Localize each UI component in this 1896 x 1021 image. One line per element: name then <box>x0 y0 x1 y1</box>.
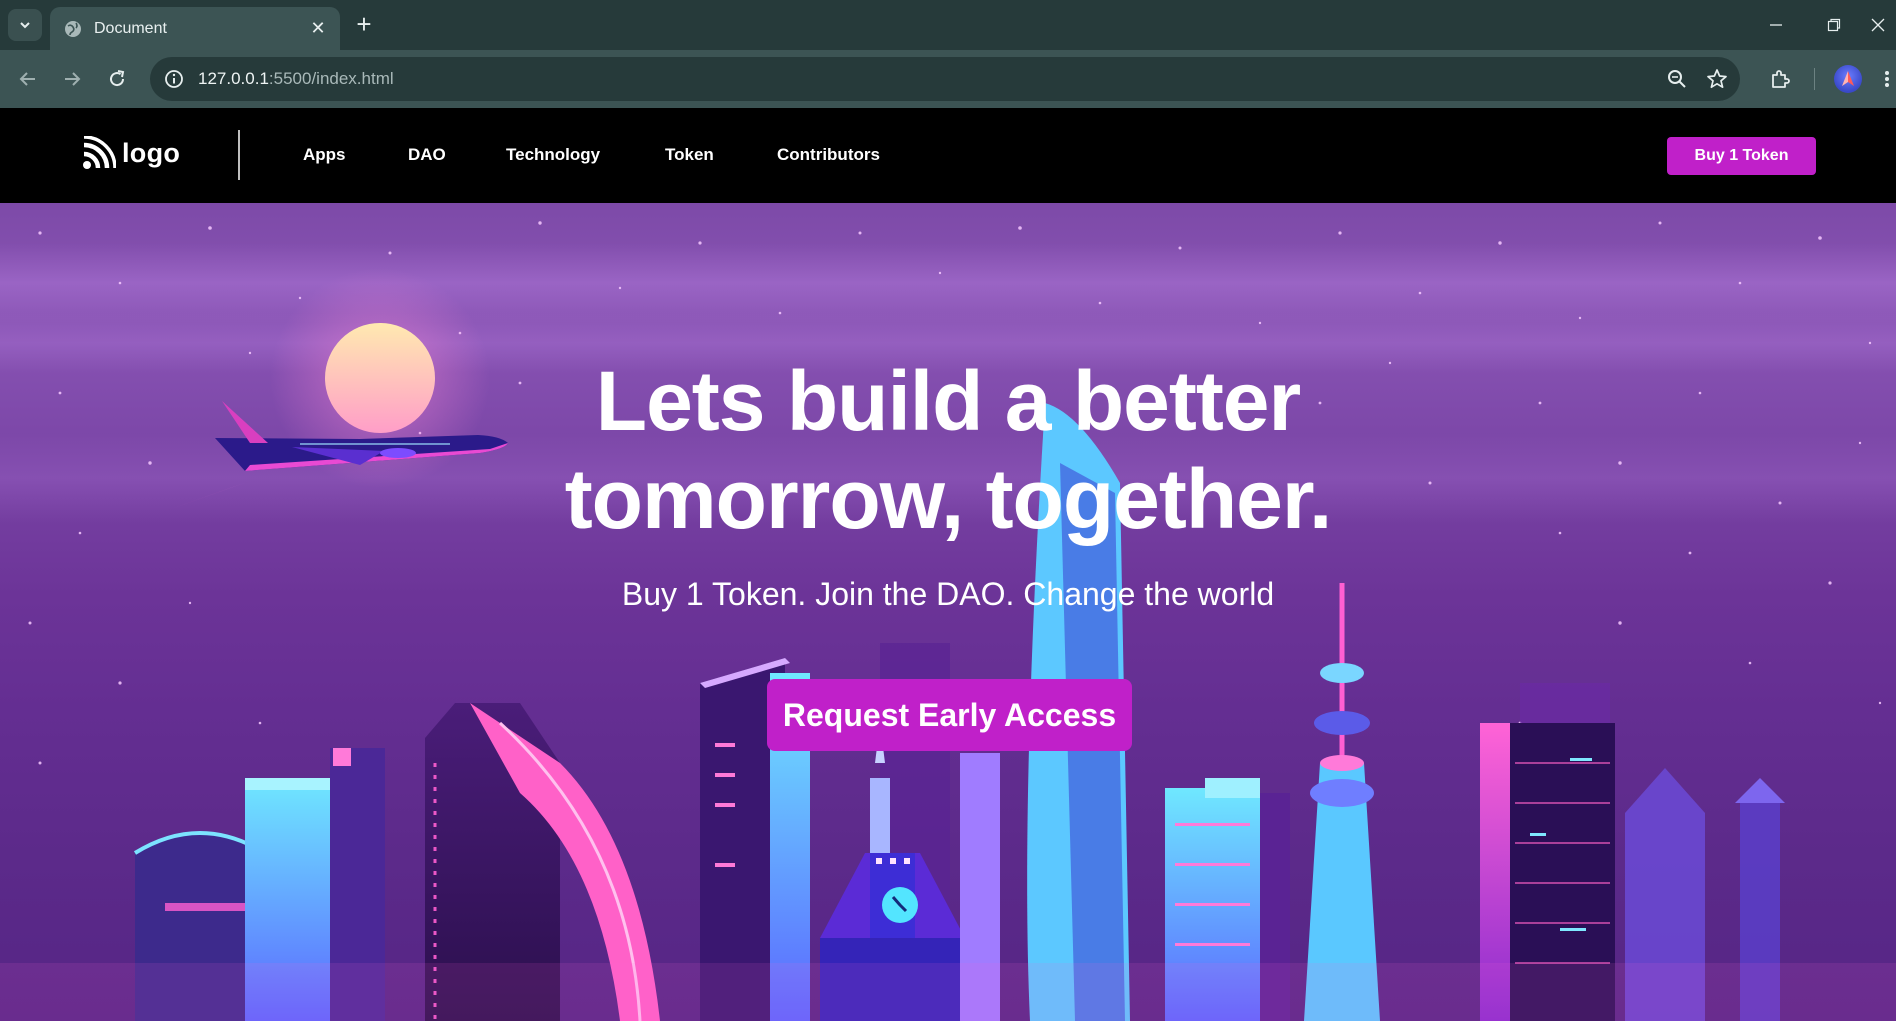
nav-divider <box>238 130 240 180</box>
puzzle-icon <box>1772 70 1790 88</box>
web-page: logo Apps DAO Technology Token Contribut… <box>0 108 1896 1021</box>
nav-link-contributors[interactable]: Contributors <box>777 145 880 165</box>
arrow-left-icon <box>19 72 35 86</box>
close-window-button[interactable] <box>1860 10 1896 40</box>
globe-icon <box>65 20 81 37</box>
profile-avatar[interactable] <box>1834 65 1862 93</box>
nav-link-dao[interactable]: DAO <box>408 145 446 165</box>
reload-button[interactable] <box>101 63 133 95</box>
site-info-icon[interactable] <box>164 69 184 89</box>
url-host: 127.0.0.1 <box>198 69 269 88</box>
reload-icon <box>110 70 125 87</box>
browser-tab[interactable]: Document ✕ <box>50 7 340 50</box>
nav-link-apps[interactable]: Apps <box>303 145 346 165</box>
hero-subheadline: Buy 1 Token. Join the DAO. Change the wo… <box>621 576 1275 612</box>
zoom-icon[interactable] <box>1666 68 1688 90</box>
profile-icon <box>1842 71 1854 86</box>
site-navbar: logo Apps DAO Technology Token Contribut… <box>0 108 1896 203</box>
rss-logo-icon <box>83 136 116 169</box>
restore-button[interactable] <box>1816 10 1852 40</box>
back-button[interactable] <box>12 63 44 95</box>
browser-tab-strip: Document ✕ + <box>0 0 1896 50</box>
toolbar-separator <box>1814 68 1815 90</box>
arrow-right-icon <box>65 72 81 86</box>
extensions-button[interactable] <box>1764 63 1796 95</box>
minimize-button[interactable] <box>1758 10 1794 40</box>
browser-menu-button[interactable] <box>1878 63 1896 95</box>
tab-search-button[interactable] <box>8 9 42 41</box>
kebab-menu-icon <box>1885 71 1889 87</box>
new-tab-button[interactable]: + <box>350 11 378 39</box>
close-icon <box>1871 18 1885 32</box>
tab-close-icon[interactable]: ✕ <box>308 18 328 39</box>
hero-section: Lets build a better tomorrow, together. … <box>0 203 1896 1021</box>
site-logo[interactable]: logo <box>82 136 180 170</box>
url-path: :5500/index.html <box>268 69 394 88</box>
hero-headline-line-1: Lets build a better <box>595 354 1301 448</box>
restore-icon <box>1827 18 1841 32</box>
bookmark-star-icon[interactable] <box>1706 68 1728 90</box>
nav-link-technology[interactable]: Technology <box>506 145 600 165</box>
minimize-icon <box>1770 24 1782 26</box>
request-early-access-button[interactable]: Request Early Access <box>767 679 1132 751</box>
logo-text: logo <box>122 137 181 168</box>
address-bar[interactable]: 127.0.0.1:5500/index.html <box>150 57 1740 101</box>
chevron-down-icon <box>20 22 30 29</box>
buy-token-button[interactable]: Buy 1 Token <box>1667 137 1816 175</box>
tab-title: Document <box>94 19 167 37</box>
hero-headline-line-2: tomorrow, together. <box>564 452 1333 546</box>
browser-toolbar: 127.0.0.1:5500/index.html <box>0 50 1896 108</box>
nav-link-token[interactable]: Token <box>665 145 714 165</box>
forward-button[interactable] <box>56 63 88 95</box>
